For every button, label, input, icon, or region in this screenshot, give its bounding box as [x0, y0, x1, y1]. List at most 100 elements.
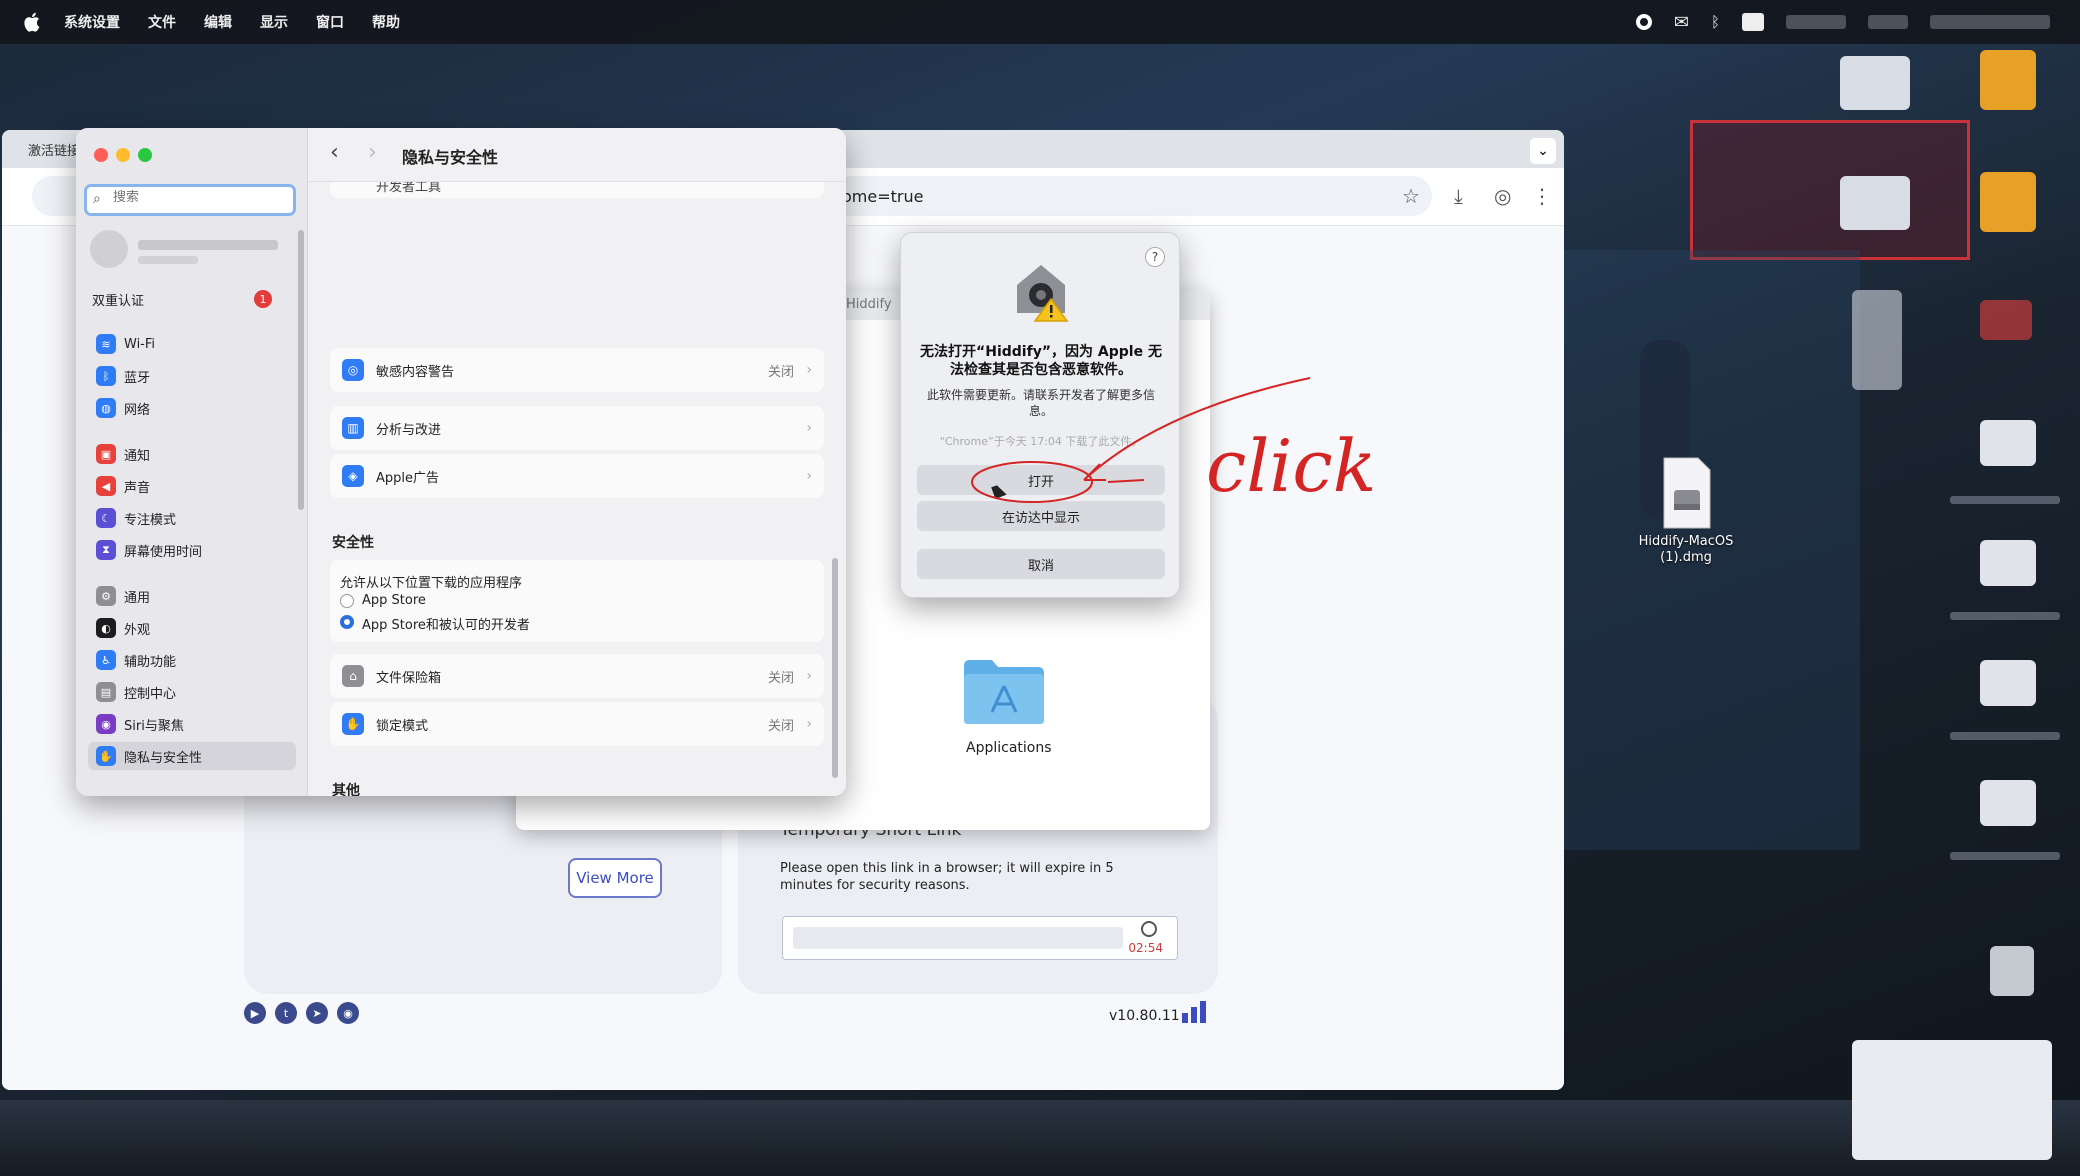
applications-folder-icon[interactable]: [962, 656, 1046, 726]
telegram-icon[interactable]: ➤: [306, 1002, 328, 1024]
back-arrow-icon[interactable]: ‹: [330, 140, 339, 165]
notification-icon: ▣: [96, 444, 116, 464]
desktop-item-12[interactable]: [1852, 1040, 2052, 1160]
radio-app-store-identified[interactable]: [340, 615, 354, 629]
desktop-item-2[interactable]: [1980, 50, 2036, 110]
desktop-item-5[interactable]: [1852, 290, 1902, 390]
content-scrollbar[interactable]: [832, 558, 838, 778]
desktop-item-11[interactable]: [1990, 946, 2034, 996]
sidebar-item[interactable]: ◀ 声音: [88, 472, 296, 500]
settings-row[interactable]: ▥ 分析与改进 ›: [330, 406, 824, 450]
sidebar-item[interactable]: ▣ 通知: [88, 440, 296, 468]
settings-row-value: 关闭: [767, 718, 794, 734]
chevron-right-icon: ›: [806, 468, 812, 484]
close-button[interactable]: [94, 148, 108, 162]
radio-app-store[interactable]: [340, 594, 354, 608]
settings-row[interactable]: ✋ 锁定模式 关闭 ›: [330, 702, 824, 746]
forward-arrow-icon[interactable]: ›: [368, 140, 377, 165]
settings-row-label: 敏感内容警告: [376, 364, 455, 380]
network-icon: ◍: [96, 398, 116, 418]
sidebar-item[interactable]: ◍ 网络: [88, 394, 296, 422]
desktop-label-blurred: [1950, 732, 2060, 740]
twitter-icon[interactable]: t: [275, 1002, 297, 1024]
tray-blurred-1: [1786, 15, 1846, 29]
wechat-icon[interactable]: ✉: [1674, 12, 1689, 33]
menu-help[interactable]: 帮助: [372, 12, 400, 32]
accessibility-icon: ♿: [96, 650, 116, 670]
twofa-label[interactable]: 双重认证: [92, 290, 144, 309]
desktop-item-6[interactable]: [1980, 300, 2032, 340]
sidebar-item[interactable]: ⧗ 屏幕使用时间: [88, 536, 296, 564]
sidebar-item-label: 控制中心: [124, 686, 177, 702]
sidebar-scrollbar[interactable]: [298, 230, 304, 510]
short-link-field[interactable]: 02:54: [782, 916, 1178, 960]
sidebar-item-label: 网络: [124, 402, 151, 418]
desktop-item-3[interactable]: [1840, 176, 1910, 230]
applications-label: Applications: [966, 740, 1052, 756]
desktop-item-10[interactable]: [1980, 780, 2036, 826]
url-text: ome=true: [842, 187, 924, 206]
sidebar-item-label: 外观: [124, 622, 151, 638]
menu-edit[interactable]: 编辑: [204, 12, 232, 32]
system-settings-window: ⌕ 双重认证 1 ≋ Wi-Fi ᛒ 蓝牙 ◍ 网络 ▣ 通知 ◀ 声音 ☾ 专注模式 ⧗ 屏幕使用时间 ⚙…: [76, 128, 846, 796]
bluetooth-status-icon[interactable]: ᛒ: [1711, 13, 1720, 31]
apple-account-row[interactable]: [90, 230, 290, 272]
dmg-file-icon[interactable]: [1646, 456, 1726, 530]
allow-apps-label: 允许从以下位置下载的应用程序: [340, 576, 523, 591]
menu-window[interactable]: 窗口: [316, 12, 344, 32]
sidebar-item[interactable]: ⚙ 通用: [88, 582, 296, 610]
sidebar-item[interactable]: ≋ Wi-Fi: [88, 330, 296, 358]
browser-tab[interactable]: 激活链接: [28, 140, 80, 159]
youtube-icon[interactable]: ▶: [244, 1002, 266, 1024]
apple-ads-icon: ◈: [342, 465, 364, 487]
sidebar-item[interactable]: ▤ 控制中心: [88, 678, 296, 706]
settings-row[interactable]: ⌂ 文件保险箱 关闭 ›: [330, 654, 824, 698]
menu-view[interactable]: 显示: [260, 12, 288, 32]
stats-icon[interactable]: [1182, 1001, 1206, 1023]
content-titlebar: ‹ › 隐私与安全性: [308, 128, 846, 182]
menu-file[interactable]: 文件: [148, 12, 176, 32]
desktop-item-9[interactable]: [1980, 660, 2036, 706]
help-button[interactable]: ?: [1145, 247, 1165, 267]
apple-menu-icon[interactable]: [22, 11, 44, 33]
desktop-label-blurred: [1950, 612, 2060, 620]
menu-app-name[interactable]: 系统设置: [64, 12, 120, 32]
sidebar-item[interactable]: ◐ 外观: [88, 614, 296, 642]
minimize-button[interactable]: [116, 148, 130, 162]
settings-row[interactable]: ◎ 敏感内容警告 关闭 ›: [330, 348, 824, 392]
desktop-item-4[interactable]: [1980, 172, 2036, 232]
zoom-button[interactable]: [138, 148, 152, 162]
filevault-icon: ⌂: [342, 665, 364, 687]
sidebar-item[interactable]: ᛒ 蓝牙: [88, 362, 296, 390]
annotation-click-text: click: [1206, 424, 1377, 508]
record-icon[interactable]: [1635, 14, 1652, 30]
more-menu-icon[interactable]: ⋮: [1532, 184, 1552, 208]
tab-list-icon[interactable]: ⌄: [1530, 138, 1556, 164]
desktop-item-8[interactable]: [1980, 540, 2036, 586]
desktop-item-1[interactable]: [1840, 56, 1910, 110]
sidebar-item[interactable]: ♿ 辅助功能: [88, 646, 296, 674]
cancel-button[interactable]: 取消: [917, 549, 1165, 579]
social-links: ▶ t ➤ ◉: [244, 1002, 359, 1024]
sidebar-item-label: 通用: [124, 590, 151, 606]
sidebar-item-label: 专注模式: [124, 512, 177, 528]
sidebar-item[interactable]: ◉ Siri与聚焦: [88, 710, 296, 738]
bookmark-star-icon[interactable]: ☆: [1402, 184, 1420, 208]
profile-icon[interactable]: ◎: [1494, 184, 1511, 208]
desktop-label-blurred: [1950, 496, 2060, 504]
row-developer-tools-partial[interactable]: 开发者工具: [330, 182, 824, 198]
sidebar-item[interactable]: ✋ 隐私与安全性: [88, 742, 296, 770]
clock-blurred: [1930, 15, 2050, 29]
lockdown-icon: ✋: [342, 713, 364, 735]
desktop-item-7[interactable]: [1980, 420, 2036, 466]
search-input[interactable]: [113, 190, 283, 205]
sidebar-item[interactable]: ☾ 专注模式: [88, 504, 296, 532]
input-method-icon[interactable]: [1742, 13, 1764, 31]
github-icon[interactable]: ◉: [337, 1002, 359, 1024]
timer-icon: [1141, 921, 1157, 937]
download-icon[interactable]: ⤓: [1454, 184, 1463, 208]
settings-search-field[interactable]: ⌕: [84, 184, 296, 216]
settings-row[interactable]: ◈ Apple广告 ›: [330, 454, 824, 498]
privacy-icon: ✋: [96, 746, 116, 766]
view-more-button[interactable]: View More: [568, 858, 662, 898]
